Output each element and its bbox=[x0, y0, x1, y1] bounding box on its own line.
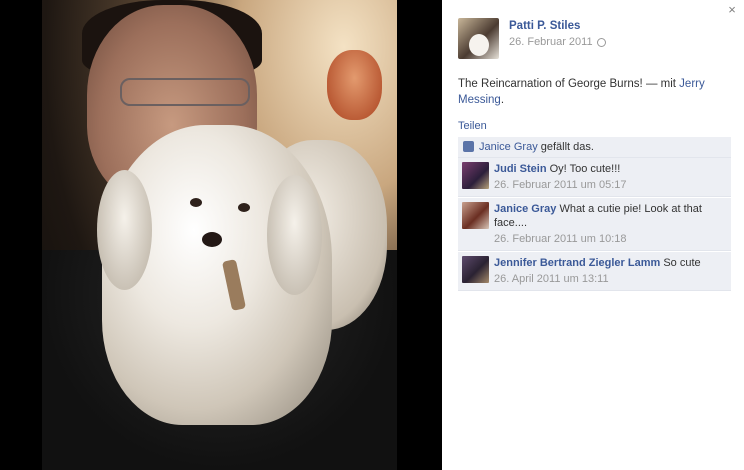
comment-author-link[interactable]: Janice Gray bbox=[494, 203, 556, 215]
comment-text: Oy! Too cute!!! bbox=[549, 163, 621, 175]
post-photo[interactable] bbox=[42, 0, 397, 470]
comment-item: Judi Stein Oy! Too cute!!! 26. Februar 2… bbox=[458, 158, 731, 197]
comment-item: Jennifer Bertrand Ziegler Lamm So cute 2… bbox=[458, 252, 731, 291]
photo-dog-eye-right bbox=[238, 203, 250, 212]
photo-dog-eye-left bbox=[190, 198, 202, 207]
avatar-dog bbox=[469, 34, 489, 56]
caption-suffix: . bbox=[500, 94, 505, 106]
photo-glasses bbox=[120, 78, 250, 106]
caption-with-text: — mit bbox=[642, 78, 680, 90]
like-person-link[interactable]: Janice Gray bbox=[479, 141, 538, 153]
caption-text: The Reincarnation of George Burns! bbox=[458, 78, 643, 90]
comment-author-link[interactable]: Judi Stein bbox=[494, 163, 547, 175]
comment-body: Janice Gray What a cutie pie! Look at th… bbox=[494, 202, 725, 230]
likes-row: Janice Gray gefällt das. bbox=[458, 137, 731, 158]
post-date[interactable]: 26. Februar 2011 bbox=[509, 36, 593, 48]
thumbs-up-icon bbox=[463, 141, 474, 152]
post-meta: 26. Februar 2011 bbox=[509, 36, 606, 48]
photo-stage bbox=[0, 0, 442, 470]
comment-avatar[interactable] bbox=[462, 256, 489, 283]
comment-text: So cute bbox=[663, 257, 701, 269]
photo-dog-ear-left bbox=[97, 170, 152, 290]
share-link[interactable]: Teilen bbox=[458, 120, 487, 132]
photo-lamp bbox=[327, 50, 382, 120]
comment-avatar[interactable] bbox=[462, 202, 489, 229]
comment-body: Judi Stein Oy! Too cute!!! bbox=[494, 162, 725, 176]
globe-icon[interactable] bbox=[596, 37, 606, 47]
close-icon[interactable]: × bbox=[726, 3, 738, 16]
photo-dog-nose bbox=[202, 232, 222, 247]
likes-suffix: gefällt das. bbox=[537, 141, 594, 153]
comment-avatar[interactable] bbox=[462, 162, 489, 189]
author-avatar[interactable] bbox=[458, 18, 499, 59]
comment-body: Jennifer Bertrand Ziegler Lamm So cute bbox=[494, 256, 725, 270]
post-author-header: Patti P. Stiles 26. Februar 2011 bbox=[458, 18, 724, 60]
comment-author-link[interactable]: Jennifer Bertrand Ziegler Lamm bbox=[494, 257, 660, 269]
comment-timestamp[interactable]: 26. Februar 2011 um 10:18 bbox=[494, 232, 725, 246]
author-name-link[interactable]: Patti P. Stiles bbox=[509, 20, 580, 32]
comment-timestamp[interactable]: 26. April 2011 um 13:11 bbox=[494, 272, 725, 286]
photo-dog-ear-right bbox=[267, 175, 322, 295]
post-sidebar: × Patti P. Stiles 26. Februar 2011 The R… bbox=[442, 0, 744, 470]
post-caption: The Reincarnation of George Burns! — mit… bbox=[458, 76, 726, 108]
comment-timestamp[interactable]: 26. Februar 2011 um 05:17 bbox=[494, 178, 725, 192]
feedback-box: Janice Gray gefällt das. Judi Stein Oy! … bbox=[458, 137, 731, 291]
comment-item: Janice Gray What a cutie pie! Look at th… bbox=[458, 198, 731, 251]
